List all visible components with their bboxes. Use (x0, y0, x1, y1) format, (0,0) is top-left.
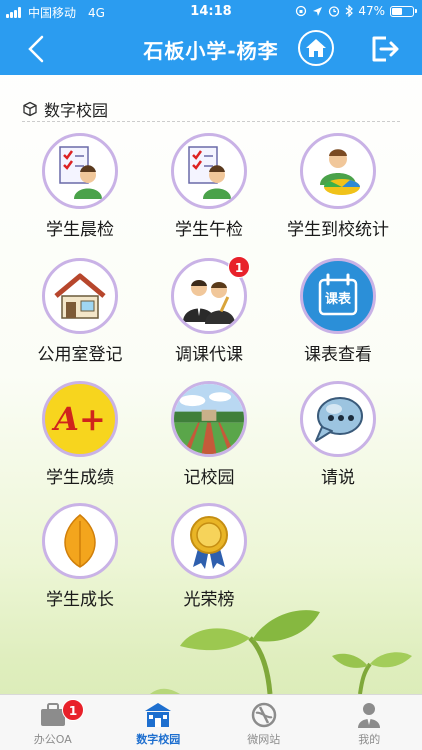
person-icon (354, 701, 384, 729)
section-header: 数字校园 (22, 96, 400, 122)
speech-bubble-icon (300, 381, 376, 457)
top-bar: 中国移动 4G 14:18 47% 石板小学-杨李 (0, 0, 422, 75)
tab-micro-site[interactable]: 微网站 (211, 695, 317, 750)
page-title: 石板小学-杨李 (143, 39, 279, 63)
tab-mine[interactable]: 我的 (317, 695, 422, 750)
grid-item-class-swap[interactable]: 调课代课 1 (149, 256, 269, 365)
bluetooth-icon (345, 5, 354, 17)
grid-item-campus-record[interactable]: 记校园 (149, 381, 269, 488)
grid-item-label: 学生午检 (175, 220, 243, 240)
grid-item-growth[interactable]: 学生成长 (20, 503, 140, 610)
grid-item-noon-check[interactable]: 学生午检 (149, 133, 269, 240)
school-icon (143, 701, 173, 729)
screen-lock-icon (296, 5, 307, 17)
tab-label: 微网站 (247, 733, 281, 746)
tab-office-oa[interactable]: 办公OA 1 (0, 695, 106, 750)
tab-bar: 办公OA 1 数字校园 微网站 我的 (0, 694, 422, 750)
grid-item-label: 调课代课 (175, 345, 243, 365)
battery-percent: 47% (358, 4, 385, 18)
calendar-icon: 课表 (300, 258, 376, 334)
house-icon (42, 258, 118, 334)
status-bar: 中国移动 4G 14:18 47% (0, 0, 422, 24)
grid-item-label: 记校园 (183, 468, 235, 488)
grid-item-speak[interactable]: 请说 (278, 381, 398, 488)
checklist-student-icon (42, 133, 118, 209)
grid-item-label: 学生到校统计 (287, 220, 389, 240)
calendar-icon-text: 课表 (324, 292, 351, 307)
tab-label: 数字校园 (136, 733, 181, 746)
student-pie-chart-icon (300, 133, 376, 209)
grid-item-label: 学生成长 (46, 590, 114, 610)
tab-label: 我的 (358, 733, 381, 746)
home-button[interactable] (298, 30, 334, 66)
grid-item-label: 请说 (321, 468, 355, 488)
cube-icon (23, 101, 37, 116)
grid-item-honor-roll[interactable]: 光荣榜 (149, 503, 269, 610)
grid-item-public-room[interactable]: 公用室登记 (20, 258, 140, 365)
grid-item-timetable[interactable]: 课表 课表查看 (278, 258, 398, 365)
notification-badge: 1 (62, 699, 84, 721)
medal-icon (171, 503, 247, 579)
grid-item-grades[interactable]: A+ 学生成绩 (20, 381, 140, 488)
compass-icon (249, 701, 279, 729)
grid-item-label: 公用室登记 (37, 345, 123, 365)
grid-item-label: 学生晨检 (46, 220, 114, 240)
checklist-student-icon (171, 133, 247, 209)
alarm-icon (329, 6, 340, 17)
grid-item-arrival-stats[interactable]: 学生到校统计 (278, 133, 398, 240)
grid-item-label: 光荣榜 (183, 590, 235, 610)
tab-label: 办公OA (33, 733, 72, 746)
logout-icon (372, 36, 399, 62)
grid-item-label: 课表查看 (304, 345, 372, 365)
grid-item-label: 学生成绩 (46, 468, 114, 488)
grid-item-morning-check[interactable]: 学生晨检 (20, 133, 140, 240)
battery-icon (390, 5, 417, 17)
logout-button[interactable] (368, 32, 402, 66)
home-icon (306, 39, 326, 57)
section-title: 数字校园 (44, 100, 109, 120)
location-icon (313, 6, 323, 16)
campus-photo-icon (171, 381, 247, 457)
notification-badge: 1 (228, 256, 250, 278)
navigation-bar: 石板小学-杨李 (0, 24, 422, 75)
tab-digital-campus[interactable]: 数字校园 (106, 695, 212, 750)
leaf-icon (42, 503, 118, 579)
grade-a-plus-icon: A+ (42, 381, 118, 457)
grade-icon-text: A+ (54, 400, 106, 438)
